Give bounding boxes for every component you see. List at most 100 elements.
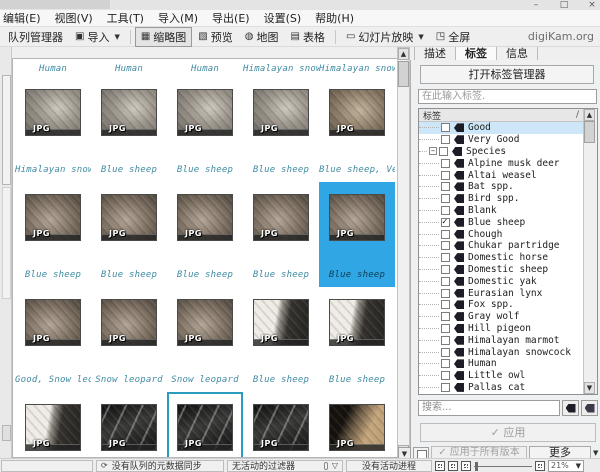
magnifier-icon[interactable] (535, 461, 545, 471)
menu-item[interactable]: 导出(E) (212, 10, 250, 26)
menu-item[interactable]: 设置(S) (264, 10, 302, 26)
tag-checkbox[interactable] (441, 348, 450, 357)
tag-tree-item[interactable]: Eurasian lynx (419, 287, 583, 299)
tag-tree-item[interactable]: Blue sheep (419, 216, 583, 228)
tag-tree-item[interactable]: Blank (419, 205, 583, 217)
menu-item[interactable]: 编辑(E) (3, 10, 41, 26)
tag-checkbox[interactable] (441, 265, 450, 274)
zoom-level-combo[interactable]: 21% ▼ (548, 460, 584, 472)
image-cell[interactable]: Himalayan snow… (319, 59, 395, 77)
image-cell[interactable]: JPGSnow leopard (167, 287, 243, 392)
tag-checkbox[interactable] (441, 206, 450, 215)
menu-item[interactable]: 视图(V) (55, 10, 93, 26)
slideshow-button[interactable]: ▭ 幻灯片放映 ▼ (340, 27, 430, 47)
open-tag-manager-button[interactable]: 打开标签管理器 (420, 65, 594, 84)
tab-信息[interactable]: 信息 (497, 47, 538, 60)
scrollbar-thumb[interactable] (584, 121, 595, 143)
tag-checkbox[interactable] (441, 371, 450, 380)
left-sidebar-tab[interactable] (2, 425, 11, 441)
tag-tree-item[interactable]: Hill pigeon (419, 323, 583, 335)
tag-tree-item[interactable]: Pika spp. (419, 393, 583, 394)
image-cell[interactable]: JPGBlue sheep (167, 182, 243, 287)
tag-tree-item[interactable]: Fox spp. (419, 299, 583, 311)
tag-tree-header[interactable]: 标签 / (419, 109, 597, 122)
import-button[interactable]: ▣ 导入 ▼ (69, 27, 126, 47)
tab-标签[interactable]: 标签 (456, 47, 497, 60)
left-sidebar-tab[interactable] (2, 187, 11, 299)
scroll-down-icon[interactable]: ▼ (584, 382, 595, 394)
image-cell[interactable]: JPGSnow leopard (91, 287, 167, 392)
image-cell[interactable]: JPG (91, 392, 167, 458)
tag-checkbox[interactable] (441, 135, 450, 144)
tag-checkbox[interactable] (441, 336, 450, 345)
new-tag-button[interactable] (581, 400, 598, 416)
menu-item[interactable]: 帮助(H) (315, 10, 354, 26)
tag-tree-item[interactable]: Bat spp. (419, 181, 583, 193)
image-cell[interactable]: JPGBlue sheep (243, 77, 319, 182)
image-cell[interactable]: Human (91, 59, 167, 77)
tag-tree-item[interactable]: Domestic sheep (419, 264, 583, 276)
image-cell[interactable]: Human (167, 59, 243, 77)
tag-tree-item[interactable]: Little owl (419, 370, 583, 382)
tag-tree-scrollbar[interactable]: ▲ ▼ (583, 109, 597, 394)
chevron-down-icon[interactable]: ▼ (593, 449, 600, 457)
tag-search-input[interactable]: 搜索... (418, 400, 560, 416)
table-view-button[interactable]: ▤ 表格 (284, 27, 330, 47)
fit-selection-icon[interactable] (461, 461, 471, 471)
thumbnails-view-button[interactable]: ▦ 缩略图 (135, 27, 192, 47)
tag-tree-item[interactable]: Pallas cat (419, 382, 583, 394)
tag-filter-button[interactable] (562, 400, 579, 416)
tag-tree-item[interactable]: Good (419, 122, 583, 134)
tag-tree-item[interactable]: Domestic horse (419, 252, 583, 264)
tag-tree-item[interactable]: Himalayan snowcock (419, 346, 583, 358)
funnel-icon[interactable]: ▽ (332, 461, 338, 470)
tag-tree-item[interactable]: Altai weasel (419, 169, 583, 181)
tag-checkbox[interactable] (441, 123, 450, 132)
tag-checkbox[interactable] (441, 300, 450, 309)
tag-tree-item[interactable]: Gray wolf (419, 311, 583, 323)
fit-window-icon[interactable] (435, 461, 445, 471)
image-cell[interactable]: JPGBlue sheep (319, 182, 395, 287)
tag-checkbox[interactable] (441, 253, 450, 262)
tab-描述[interactable]: 描述 (414, 47, 456, 60)
tag-tree-item[interactable]: Species (419, 146, 583, 158)
zoom-slider[interactable] (474, 461, 532, 471)
tag-checkbox[interactable] (441, 182, 450, 191)
tag-checkbox[interactable] (441, 289, 450, 298)
tag-checkbox[interactable] (441, 241, 450, 250)
tag-checkbox[interactable] (441, 159, 450, 168)
minimize-button[interactable]: – (530, 0, 542, 10)
left-sidebar-tab[interactable] (2, 75, 11, 185)
digikam-brand-link[interactable]: digiKam.org (528, 30, 600, 43)
scrollbar-thumb[interactable] (398, 61, 409, 87)
thumbnail-view-scrollbar[interactable]: ▲ ▼ (397, 47, 410, 458)
image-cell[interactable]: JPG (15, 392, 91, 458)
tag-checkbox[interactable] (441, 230, 450, 239)
image-cell[interactable]: Himalayan snow… (243, 59, 319, 77)
image-cell[interactable]: JPGHimalayan snow… (15, 77, 91, 182)
tag-checkbox[interactable] (441, 194, 450, 203)
menu-item[interactable]: 导入(M) (158, 10, 198, 26)
expander-icon[interactable] (429, 147, 437, 155)
filter-pill-icon[interactable] (324, 462, 328, 470)
zoom-original-icon[interactable] (448, 461, 458, 471)
preview-button[interactable]: ▧ 预览 (192, 27, 238, 47)
tag-checkbox[interactable] (441, 171, 450, 180)
image-cell[interactable]: JPGBlue sheep (167, 77, 243, 182)
tag-checkbox[interactable] (441, 218, 450, 227)
map-button[interactable]: ◍ 地图 (239, 27, 285, 47)
tag-tree-item[interactable]: Human (419, 358, 583, 370)
image-cell[interactable]: Human (15, 59, 91, 77)
tag-tree-item[interactable]: Chukar partridge (419, 240, 583, 252)
image-cell[interactable]: JPGBlue sheep (319, 287, 395, 392)
scroll-up-icon[interactable]: ▲ (584, 109, 595, 121)
tag-checkbox[interactable] (441, 359, 450, 368)
image-cell[interactable]: JPGBlue sheep (15, 182, 91, 287)
tag-checkbox[interactable] (439, 147, 448, 156)
image-cell[interactable]: JPG (243, 392, 319, 458)
tag-tree-item[interactable]: Chough (419, 228, 583, 240)
tag-checkbox[interactable] (441, 383, 450, 392)
image-cell[interactable]: JPGBlue sheep, Ve… (319, 77, 395, 182)
zoom-slider-handle[interactable] (475, 462, 478, 471)
scroll-up-icon[interactable]: ▲ (398, 48, 409, 60)
